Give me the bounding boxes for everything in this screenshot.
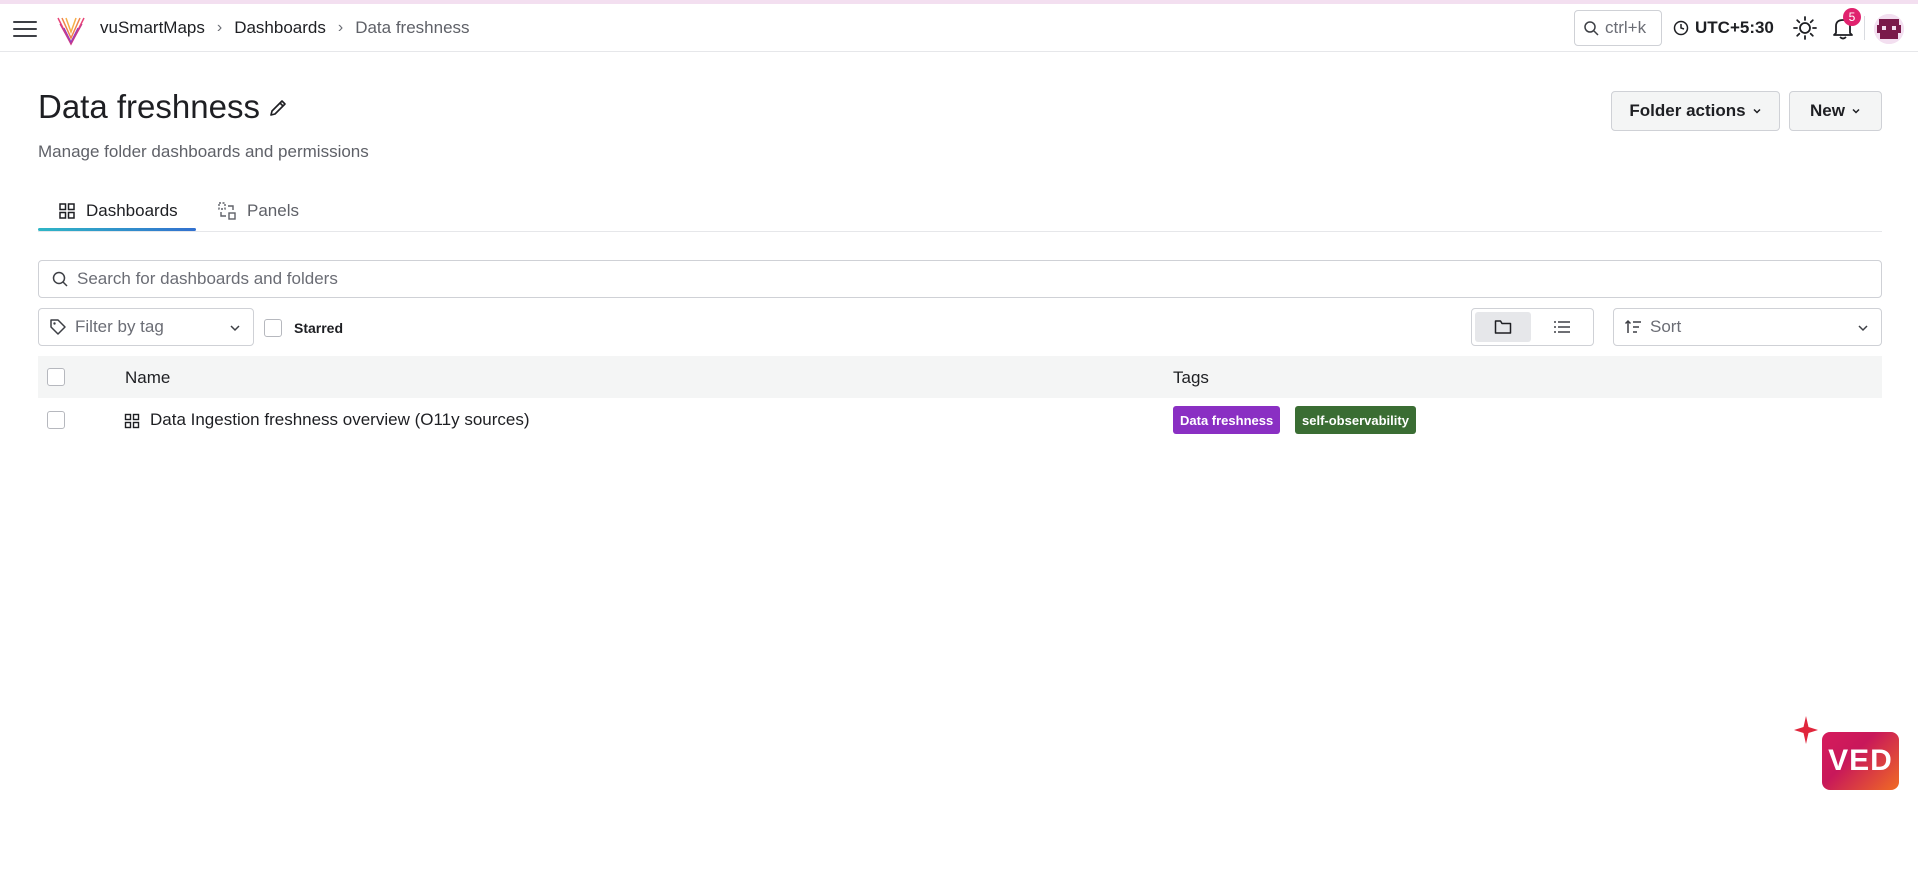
row-checkbox[interactable] [47,411,65,429]
menu-toggle-button[interactable] [13,17,41,41]
folder-actions-button[interactable]: Folder actions [1611,91,1780,131]
active-tab-indicator [38,228,196,231]
chevron-down-icon [1858,325,1868,332]
folder-view-button[interactable] [1475,312,1531,342]
dashboard-search-placeholder: Search for dashboards and folders [77,269,338,288]
breadcrumb-current: Data freshness [355,18,470,37]
chevron-down-icon [1753,108,1761,114]
global-search-hint: ctrl+k [1605,18,1647,37]
tag-chip[interactable]: Data freshness [1173,406,1281,434]
top-bar: vuSmartMaps › Dashboards › Data freshnes… [0,4,1918,52]
theme-toggle-sun-icon[interactable] [1792,15,1818,41]
folder-actions-label: Folder actions [1629,101,1746,120]
tag-icon [50,319,66,335]
starred-checkbox[interactable] [264,319,282,337]
tab-bar: Dashboards Panels [38,190,1882,232]
tab-dashboards[interactable]: Dashboards [58,190,178,232]
chevron-down-icon [230,325,240,332]
dashboard-grid-icon [124,413,140,429]
sparkle-icon [1794,716,1818,744]
chevron-down-icon [1852,108,1860,114]
timezone-label: UTC+5:30 [1695,18,1774,37]
dashboard-search-input[interactable]: Search for dashboards and folders [38,260,1882,298]
panels-icon [218,202,236,220]
notification-count-badge: 5 [1843,8,1861,26]
ved-assistant-label: VED [1828,744,1893,777]
page-subtitle: Manage folder dashboards and permissions [38,142,369,161]
tab-dashboards-label: Dashboards [86,201,178,220]
column-header-tags: Tags [1173,368,1209,387]
tab-panels-label: Panels [247,201,299,220]
sort-select[interactable]: Sort [1613,308,1882,346]
new-button-label: New [1810,101,1845,120]
list-view-button[interactable] [1535,312,1591,342]
search-icon [52,271,68,287]
table-header: Name Tags [38,356,1882,398]
list-icon [1554,321,1571,333]
topbar-divider [1864,16,1865,40]
clock-icon [1673,20,1689,36]
breadcrumb: vuSmartMaps › Dashboards › Data freshnes… [100,4,470,52]
folder-icon [1494,320,1511,334]
table-row[interactable]: Data Ingestion freshness overview (O11y … [38,398,1882,442]
ved-assistant-button[interactable]: VED [1822,732,1899,790]
breadcrumb-home[interactable]: vuSmartMaps [100,18,205,38]
new-button[interactable]: New [1789,91,1882,131]
user-avatar[interactable] [1874,14,1904,44]
timezone-picker[interactable]: UTC+5:30 [1673,4,1774,52]
view-mode-toggle [1471,308,1594,346]
column-header-name[interactable]: Name [125,368,170,388]
select-all-checkbox[interactable] [47,368,65,386]
page-title: Data freshness [38,88,260,125]
starred-label: Starred [294,320,344,336]
starred-filter[interactable]: Starred [264,319,343,337]
avatar-identicon-icon [1874,14,1904,44]
global-search-button[interactable]: ctrl+k [1574,10,1662,46]
edit-pencil-icon[interactable] [268,98,288,118]
tag-chip[interactable]: self-observability [1295,406,1416,434]
grid-icon [59,203,75,219]
search-icon [1584,21,1599,36]
breadcrumb-separator-icon: › [216,19,223,36]
sort-label: Sort [1650,317,1682,336]
tab-panels[interactable]: Panels [217,190,299,232]
sort-icon [1624,319,1641,333]
breadcrumb-separator-icon: › [337,19,344,36]
breadcrumb-dashboards[interactable]: Dashboards [234,18,326,38]
tag-filter-placeholder: Filter by tag [75,317,164,336]
app-logo-icon[interactable] [56,14,86,46]
dashboard-name-link[interactable]: Data Ingestion freshness overview (O11y … [150,410,530,430]
tag-filter-select[interactable]: Filter by tag [38,308,254,346]
